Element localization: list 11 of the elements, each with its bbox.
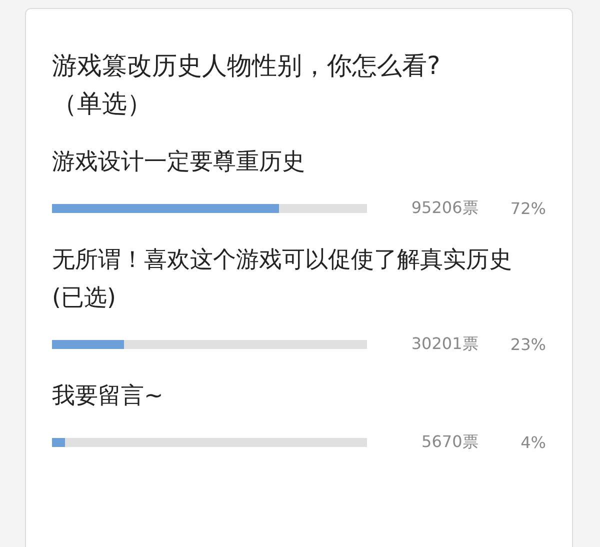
option-label[interactable]: 我要留言~ (52, 377, 532, 415)
poll-question: 游戏篡改历史人物性别，你怎么看? (52, 50, 442, 82)
vote-count: 30201票 (410, 334, 478, 354)
option-label[interactable]: 游戏设计一定要尊重历史 (52, 143, 532, 181)
poll-mode: （单选） (52, 88, 153, 120)
vote-count: 5670票 (420, 432, 478, 452)
vote-count: 95206票 (410, 198, 478, 218)
vote-percent: 72% (509, 198, 546, 218)
option-label[interactable]: 无所谓！喜欢这个游戏可以促使了解真实历史 (已选) (52, 241, 532, 317)
vote-percent: 4% (520, 432, 546, 452)
vote-percent: 23% (509, 334, 546, 354)
